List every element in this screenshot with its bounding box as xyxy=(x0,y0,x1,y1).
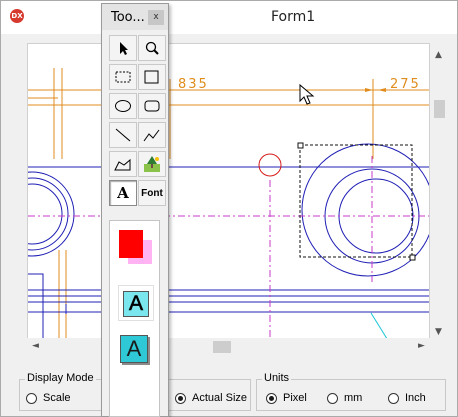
polyline-icon xyxy=(143,129,160,142)
text-light-letter: A xyxy=(128,292,144,316)
text-tool-button[interactable]: A xyxy=(109,180,137,206)
letter-a-icon: A xyxy=(117,184,129,202)
radio-actual-size-circle[interactable] xyxy=(175,392,186,404)
radio-mm[interactable]: mm xyxy=(327,392,362,404)
units-group: Units Pixel mm Inch xyxy=(256,372,446,411)
color-swatches[interactable] xyxy=(119,230,153,266)
blue-geometry xyxy=(28,143,429,340)
window-title: Form1 xyxy=(271,9,316,25)
radio-inch[interactable]: Inch xyxy=(388,392,426,404)
dimension-label-275: 275 xyxy=(390,77,421,92)
units-title: Units xyxy=(262,372,292,384)
zoom-tool-button[interactable] xyxy=(138,35,166,61)
radio-pixel-circle[interactable] xyxy=(266,392,277,404)
leader-line xyxy=(370,312,389,340)
dimension-label-835: 835 xyxy=(178,77,209,92)
text-dark-color-box: A xyxy=(120,335,148,363)
rounded-rectangle-tool-button[interactable] xyxy=(138,93,166,119)
polygon-tool-button[interactable] xyxy=(109,151,137,177)
horizontal-scroll-thumb[interactable] xyxy=(213,341,231,353)
rectangle-tool-button[interactable] xyxy=(138,64,166,90)
select-tool-button[interactable] xyxy=(109,35,137,61)
text-style-dark-swatch[interactable]: A xyxy=(118,333,154,369)
radio-actual-size[interactable]: Actual Size xyxy=(175,392,247,404)
center-lines xyxy=(28,156,429,340)
radio-pixel[interactable]: Pixel xyxy=(266,392,307,404)
vertical-scroll-thumb[interactable] xyxy=(434,100,445,118)
radio-mm-circle[interactable] xyxy=(327,392,338,404)
red-marker-circle xyxy=(258,153,282,177)
polyline-tool-button[interactable] xyxy=(138,122,166,148)
radio-scale-label: Scale xyxy=(43,392,71,404)
radio-inch-label: Inch xyxy=(405,392,426,404)
text-light-color-box: A xyxy=(123,291,149,317)
ellipse-icon xyxy=(115,100,131,112)
picture-icon xyxy=(144,156,160,172)
line-icon xyxy=(115,128,131,142)
form-window: DX Form1 835 275 ▲ ▼ ◄ ► Display Mode Sc… xyxy=(0,0,458,417)
radio-scale[interactable]: Scale xyxy=(26,392,71,404)
mouse-cursor-icon xyxy=(299,83,315,105)
radio-actual-size-label: Actual Size xyxy=(192,392,248,404)
drawing-canvas[interactable]: 835 275 xyxy=(27,43,430,341)
title-bar[interactable]: DX Form1 xyxy=(1,1,457,34)
rectangle-icon xyxy=(144,70,159,84)
toolbox-close-icon[interactable]: x xyxy=(148,10,164,25)
dimension-lines xyxy=(28,68,429,340)
image-tool-button[interactable] xyxy=(138,151,166,177)
arrow-pointer-icon xyxy=(120,42,128,55)
foreground-color-swatch[interactable] xyxy=(119,230,143,258)
rounded-rectangle-icon xyxy=(144,100,160,112)
line-tool-button[interactable] xyxy=(109,122,137,148)
horizontal-scrollbar[interactable]: ◄ ► xyxy=(27,338,430,355)
scroll-right-icon[interactable]: ► xyxy=(413,338,430,355)
radio-inch-circle[interactable] xyxy=(388,392,399,404)
selection-box[interactable] xyxy=(297,142,416,261)
color-palette: A A xyxy=(109,220,160,417)
radio-mm-label: mm xyxy=(344,392,363,404)
dx-app-icon[interactable]: DX xyxy=(10,9,24,23)
dashed-rectangle-icon xyxy=(115,71,131,83)
drawing[interactable]: 835 275 xyxy=(28,44,430,341)
display-mode-title: Display Mode xyxy=(25,372,96,384)
polygon-icon xyxy=(114,158,131,171)
selection-rectangle-tool-button[interactable] xyxy=(109,64,137,90)
scroll-up-icon[interactable]: ▲ xyxy=(430,47,447,64)
client-area: 835 275 ▲ ▼ ◄ ► Display Mode Scale Actua… xyxy=(9,34,449,411)
vertical-scrollbar[interactable]: ▲ ▼ xyxy=(430,43,447,341)
scroll-left-icon[interactable]: ◄ xyxy=(27,338,44,355)
text-dark-letter: A xyxy=(126,336,142,361)
radio-pixel-label: Pixel xyxy=(283,392,307,404)
toolbox-title: Too... xyxy=(111,10,145,25)
font-icon: Font xyxy=(141,187,163,199)
scroll-down-icon[interactable]: ▼ xyxy=(430,324,447,341)
toolbox-title-bar[interactable]: Too... x xyxy=(102,4,168,30)
ellipse-tool-button[interactable] xyxy=(109,93,137,119)
magnifier-icon xyxy=(145,41,159,55)
font-tool-button[interactable]: Font xyxy=(138,180,166,206)
text-style-light-swatch[interactable]: A xyxy=(118,285,154,321)
radio-scale-circle[interactable] xyxy=(26,392,37,404)
toolbox-window[interactable]: Too... x A Font A A xyxy=(101,3,169,417)
